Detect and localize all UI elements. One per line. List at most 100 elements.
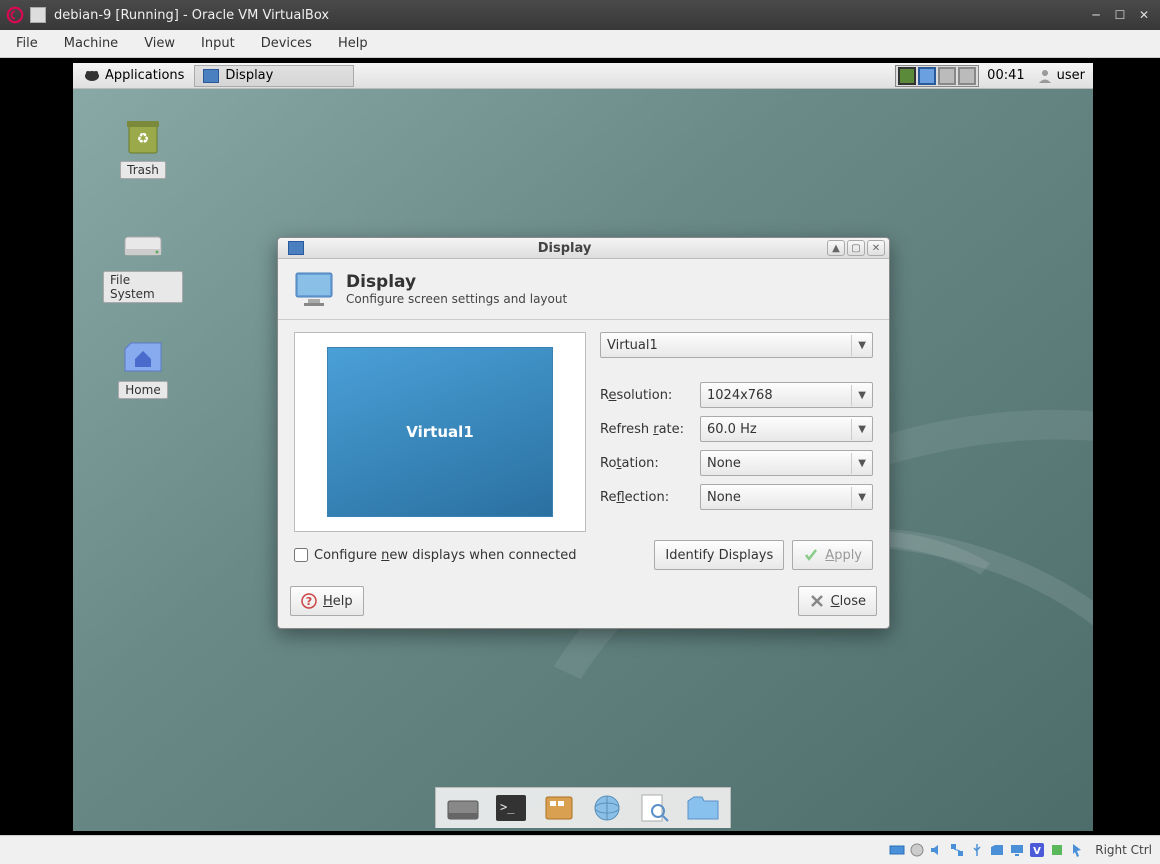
checkmark-icon	[803, 547, 819, 563]
panel-tray: 00:41 user	[895, 65, 1089, 87]
dialog-maximize-button[interactable]: ▢	[847, 240, 865, 256]
guest-screen: Applications Display 00:41 user	[73, 63, 1093, 831]
rotation-value: None	[707, 456, 741, 471]
help-icon: ?	[301, 593, 317, 609]
desktop-home-label: Home	[118, 381, 167, 399]
display-select-value: Virtual1	[607, 338, 658, 353]
folder-icon	[686, 793, 720, 823]
desktop-home-icon[interactable]: Home	[103, 333, 183, 399]
dock-terminal[interactable]: >_	[490, 790, 532, 826]
menu-help[interactable]: Help	[332, 34, 374, 53]
monitor-name-label: Virtual1	[406, 423, 473, 441]
chevron-down-icon: ▼	[851, 453, 866, 474]
vm-display-area: Applications Display 00:41 user	[3, 58, 1157, 835]
resolution-value: 1024x768	[707, 388, 773, 403]
menu-input[interactable]: Input	[195, 34, 241, 53]
guest-top-panel: Applications Display 00:41 user	[73, 63, 1093, 89]
workspace-4[interactable]	[958, 67, 976, 85]
identify-displays-button[interactable]: Identify Displays	[654, 540, 784, 570]
help-button[interactable]: ? Help	[290, 586, 364, 616]
chevron-down-icon: ▼	[851, 335, 866, 356]
vb-network-icon[interactable]	[949, 842, 965, 858]
mouse-icon	[83, 68, 101, 84]
vb-audio-icon[interactable]	[929, 842, 945, 858]
host-titlebar: debian-9 [Running] - Oracle VM VirtualBo…	[0, 0, 1160, 30]
dock-web-browser[interactable]	[586, 790, 628, 826]
workspace-2[interactable]	[918, 67, 936, 85]
display-select-combo[interactable]: Virtual1 ▼	[600, 332, 873, 358]
monitor-preview-panel[interactable]: Virtual1	[294, 332, 586, 532]
apply-button[interactable]: Apply	[792, 540, 873, 570]
dock-show-desktop[interactable]	[442, 790, 484, 826]
workspace-1[interactable]	[898, 67, 916, 85]
vb-mouse-integration-icon[interactable]	[1069, 842, 1085, 858]
taskbar-display-button[interactable]: Display	[194, 65, 354, 87]
host-window-title: debian-9 [Running] - Oracle VM VirtualBo…	[54, 8, 1086, 23]
panel-user-label: user	[1057, 68, 1085, 83]
refresh-rate-value: 60.0 Hz	[707, 422, 757, 437]
host-close-button[interactable]: ✕	[1134, 7, 1154, 23]
vb-usb-icon[interactable]	[969, 842, 985, 858]
dock-file-manager[interactable]	[538, 790, 580, 826]
configure-new-input[interactable]	[294, 548, 308, 562]
reflection-combo[interactable]: None ▼	[700, 484, 873, 510]
desktop-trash-label: Trash	[120, 161, 166, 179]
vb-hostkey-label[interactable]: Right Ctrl	[1095, 843, 1152, 857]
panel-user-menu[interactable]: user	[1033, 68, 1089, 84]
resolution-label: Resolution:	[600, 388, 692, 403]
reflection-value: None	[707, 490, 741, 505]
terminal-icon: >_	[494, 793, 528, 823]
dialog-subtitle: Configure screen settings and layout	[346, 292, 567, 306]
menu-devices[interactable]: Devices	[255, 34, 318, 53]
chevron-down-icon: ▼	[851, 419, 866, 440]
chevron-down-icon: ▼	[851, 385, 866, 406]
dialog-window-title: Display	[302, 241, 827, 256]
svg-text:>_: >_	[500, 800, 515, 814]
vb-recording-icon[interactable]: V	[1029, 842, 1045, 858]
menu-machine[interactable]: Machine	[58, 34, 124, 53]
vb-hdd-icon[interactable]	[889, 842, 905, 858]
identify-label: Identify Displays	[665, 548, 773, 563]
dialog-close-button[interactable]: ✕	[867, 240, 885, 256]
taskbar-label: Display	[225, 68, 273, 83]
applications-label: Applications	[105, 68, 184, 83]
dialog-rollup-button[interactable]: ▲	[827, 240, 845, 256]
drive-icon	[121, 223, 165, 267]
refresh-rate-combo[interactable]: 60.0 Hz ▼	[700, 416, 873, 442]
rotation-combo[interactable]: None ▼	[700, 450, 873, 476]
resolution-combo[interactable]: 1024x768 ▼	[700, 382, 873, 408]
panel-clock[interactable]: 00:41	[981, 68, 1030, 83]
vb-display-icon[interactable]	[1009, 842, 1025, 858]
vb-cpu-icon[interactable]	[1049, 842, 1065, 858]
menu-file[interactable]: File	[10, 34, 44, 53]
home-folder-icon	[121, 333, 165, 377]
dock-folder[interactable]	[682, 790, 724, 826]
applications-menu[interactable]: Applications	[77, 68, 190, 84]
vbox-status-bar: V Right Ctrl	[0, 835, 1160, 864]
configure-new-checkbox[interactable]: Configure new displays when connected	[294, 548, 646, 563]
dock: >_	[435, 787, 731, 828]
dialog-titlebar[interactable]: Display ▲ ▢ ✕	[278, 238, 889, 259]
dock-find[interactable]	[634, 790, 676, 826]
desktop-trash-icon[interactable]: ♻ Trash	[103, 113, 183, 179]
close-button[interactable]: Close	[798, 586, 877, 616]
display-settings-dialog: Display ▲ ▢ ✕ Display Configure screen s…	[277, 237, 890, 629]
rotation-label: Rotation:	[600, 456, 692, 471]
host-menubar: File Machine View Input Devices Help	[0, 30, 1160, 58]
vb-shared-folders-icon[interactable]	[989, 842, 1005, 858]
file-manager-icon	[542, 793, 576, 823]
monitor-icon	[203, 69, 219, 83]
chevron-down-icon: ▼	[851, 487, 866, 508]
svg-text:♻: ♻	[137, 131, 150, 147]
menu-view[interactable]: View	[138, 34, 181, 53]
monitor-preview[interactable]: Virtual1	[327, 347, 553, 517]
host-maximize-button[interactable]: ☐	[1110, 7, 1130, 23]
close-icon	[809, 593, 825, 609]
host-minimize-button[interactable]: ─	[1086, 7, 1106, 23]
workspace-3[interactable]	[938, 67, 956, 85]
vb-optical-icon[interactable]	[909, 842, 925, 858]
svg-text:V: V	[1033, 846, 1041, 857]
monitor-icon	[288, 241, 304, 255]
reflection-label: Reflection:	[600, 490, 692, 505]
desktop-filesystem-icon[interactable]: File System	[103, 223, 183, 303]
